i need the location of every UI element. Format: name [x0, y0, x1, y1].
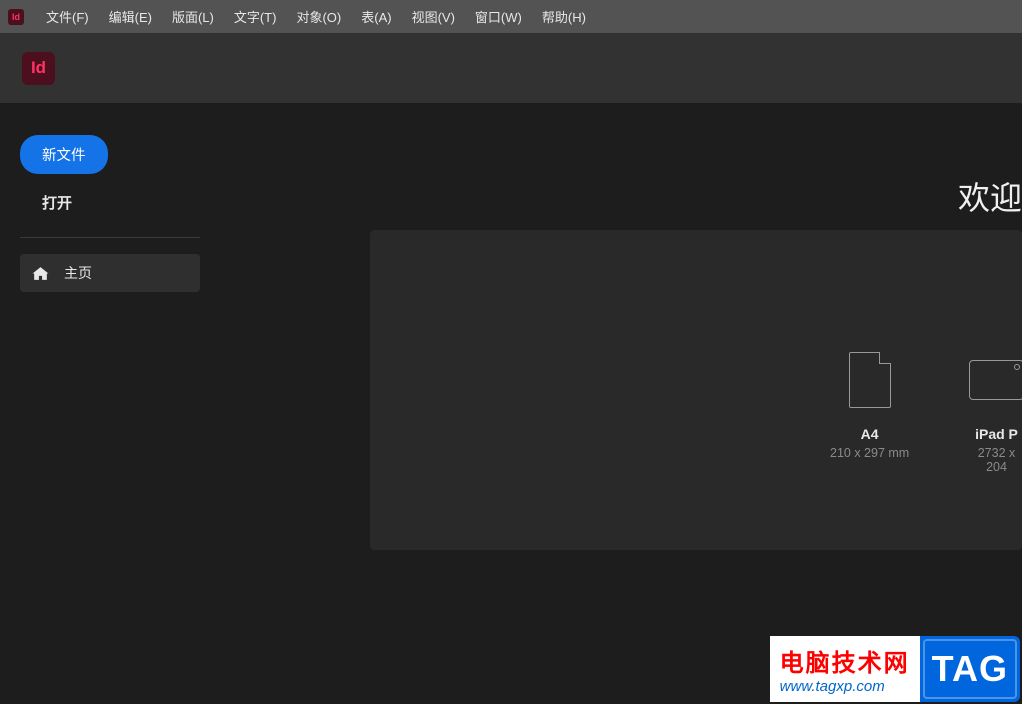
preset-size: 210 x 297 mm: [830, 446, 909, 460]
app-logo: Id: [22, 52, 55, 85]
watermark-left: 电脑技术网 www.tagxp.com: [770, 636, 920, 702]
watermark: 电脑技术网 www.tagxp.com TAG: [770, 636, 1020, 702]
sidebar-divider: [20, 237, 200, 238]
welcome-heading: 欢迎: [958, 173, 1022, 219]
menu-text[interactable]: 文字(T): [224, 0, 287, 33]
app-header: Id: [0, 33, 1022, 103]
sidebar: 新文件 打开 主页: [0, 103, 220, 704]
open-button[interactable]: 打开: [20, 174, 200, 227]
watermark-url: www.tagxp.com: [780, 678, 910, 695]
menu-file[interactable]: 文件(F): [36, 0, 99, 33]
menu-view[interactable]: 视图(V): [402, 0, 465, 33]
menu-object[interactable]: 对象(O): [286, 0, 351, 33]
preset-a4[interactable]: A4 210 x 297 mm: [830, 352, 909, 460]
main-container: 新文件 打开 主页 欢迎 A4 210 x 297 mm iPad P 2732…: [0, 103, 1022, 704]
home-icon: [31, 265, 50, 282]
menu-edit[interactable]: 编辑(E): [99, 0, 162, 33]
app-icon-small: Id: [8, 9, 24, 25]
ipad-icon: [969, 360, 1022, 400]
menu-help[interactable]: 帮助(H): [532, 0, 596, 33]
preset-name: iPad P: [969, 426, 1022, 442]
content-area: 欢迎 A4 210 x 297 mm iPad P 2732 x 204: [220, 103, 1022, 704]
preset-panel: A4 210 x 297 mm iPad P 2732 x 204: [370, 230, 1022, 550]
new-file-button[interactable]: 新文件: [20, 135, 108, 174]
preset-name: A4: [830, 426, 909, 442]
preset-ipad[interactable]: iPad P 2732 x 204: [969, 352, 1022, 474]
menu-table[interactable]: 表(A): [351, 0, 401, 33]
watermark-tag: TAG: [920, 636, 1020, 702]
menubar: Id 文件(F) 编辑(E) 版面(L) 文字(T) 对象(O) 表(A) 视图…: [0, 0, 1022, 33]
menu-window[interactable]: 窗口(W): [465, 0, 532, 33]
document-icon: [849, 352, 891, 408]
nav-home[interactable]: 主页: [20, 254, 200, 292]
preset-size: 2732 x 204: [969, 446, 1022, 474]
nav-home-label: 主页: [64, 263, 92, 283]
menu-layout[interactable]: 版面(L): [162, 0, 224, 33]
watermark-title: 电脑技术网: [780, 643, 910, 678]
